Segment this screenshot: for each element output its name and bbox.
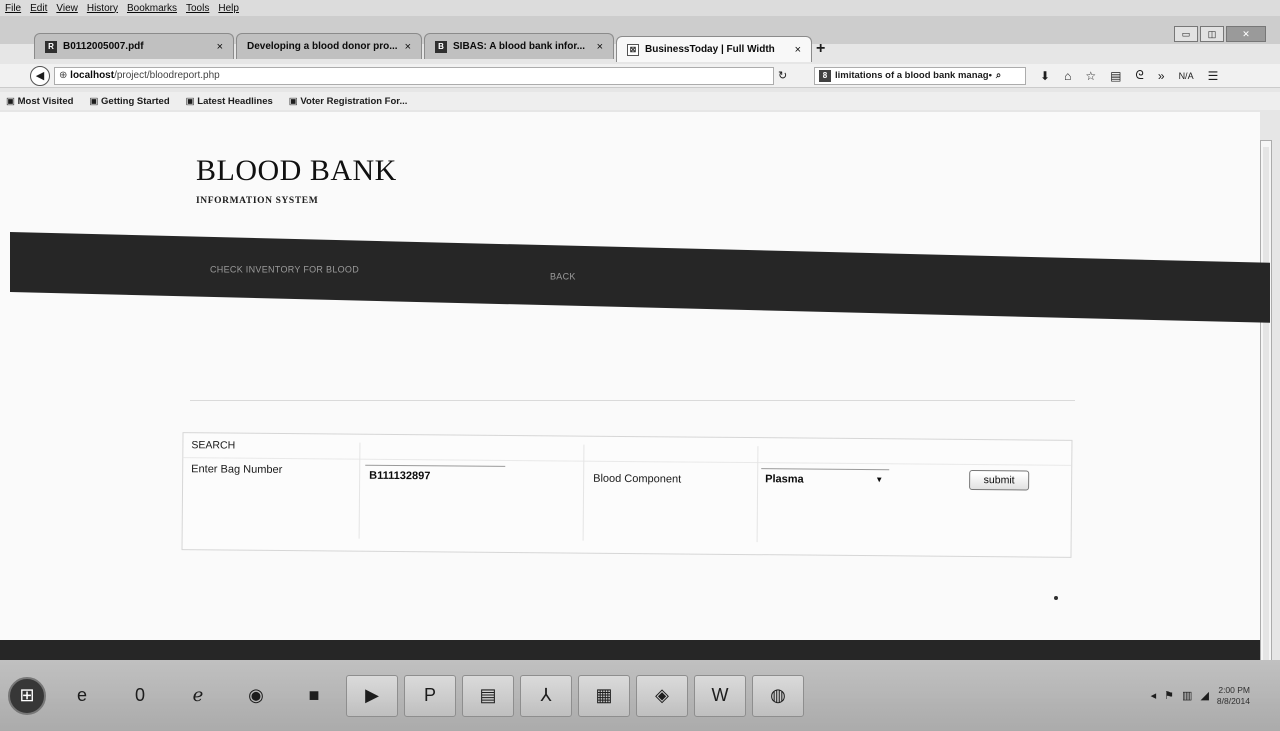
minimize-icon[interactable]: ▭ [1174,26,1198,42]
chrome-icon[interactable]: ◉ [230,675,282,717]
menu-bar: File Edit View History Bookmarks Tools H… [0,0,1280,16]
vertical-scrollbar[interactable] [1260,140,1272,670]
close-tab-icon[interactable]: × [795,44,801,56]
flag-icon[interactable]: ⚑ [1164,689,1174,702]
back-arrow-icon[interactable]: ◀ [30,65,50,86]
tab-business-today[interactable]: ⊠ BusinessToday | Full Width × [616,36,812,62]
menu-file[interactable]: File [5,3,21,14]
menu-tools[interactable]: Tools [186,3,209,14]
menu-edit[interactable]: Edit [30,3,47,14]
search-form: SEARCH Enter Bag Number Blood Component … [181,432,1073,558]
app-icon[interactable]: ◈ [636,674,688,717]
page-tab-icon: ⊠ [627,43,639,56]
cell-divider [756,446,759,543]
close-tab-icon[interactable]: × [217,41,223,53]
close-window-icon[interactable]: ✕ [1226,26,1266,42]
nav-back[interactable]: BACK [550,272,576,282]
stray-dot [1054,596,1058,600]
globe-icon: ⊕ [59,70,71,81]
page-viewport [0,112,1260,640]
tab-pdf[interactable]: R B0112005007.pdf × [34,33,234,59]
bag-number-input[interactable] [365,464,506,486]
address-bar[interactable]: ⊕ localhost /project/bloodreport.php [54,66,774,85]
word-icon[interactable]: W [694,674,746,717]
ie-old-icon[interactable]: ℯ [172,675,224,717]
windows-taskbar: ⊞ e 0 ℯ ◉ ■ ▶ P ▤ ⅄ ▦ ◈ W ◍ ◂ ⚑ ▥ ◢ 2:00 PM 8/8/2014 [0,660,1280,731]
search-heading: SEARCH [191,439,236,452]
submit-button[interactable]: submit [969,469,1030,491]
firefox-icon[interactable]: ◍ [752,674,804,717]
na-label[interactable]: N/A [1179,71,1194,81]
tab-blood-donor[interactable]: Developing a blood donor pro... × [236,33,422,59]
addon-icon[interactable]: ᘓ [1135,68,1143,83]
search-box[interactable]: 8 limitations of a blood bank manag• ⌕ [814,66,1026,85]
bookmark-voter-registration[interactable]: Voter Registration For... [289,96,407,107]
bookmark-latest-headlines[interactable]: Latest Headlines [186,96,273,107]
hamburger-menu-icon[interactable]: ☰ [1208,69,1219,83]
clock[interactable]: 2:00 PM 8/8/2014 [1217,685,1250,707]
page-footer [0,640,1260,660]
menu-view[interactable]: View [56,3,78,14]
tab-title: BusinessToday | Full Width [645,44,775,55]
menu-help[interactable]: Help [218,3,239,14]
bag-number-label: Enter Bag Number [191,463,283,476]
tab-title: SIBAS: A blood bank infor... [453,41,586,52]
cell-divider [582,444,585,541]
bookmark-getting-started[interactable]: Getting Started [89,96,170,107]
row-divider [183,457,1072,466]
pdf-tab-icon: R [45,40,57,53]
nav-check-inventory[interactable]: CHECK INVENTORY FOR BLOOD [210,265,359,275]
media-icon[interactable]: ▶ [346,674,398,717]
chevron-down-icon: ▼ [875,475,884,485]
volume-icon[interactable]: ◢ [1200,689,1208,702]
bookmark-star-icon[interactable]: ☆ [1085,69,1096,83]
ie-icon[interactable]: e [56,675,108,717]
folder-icon[interactable]: ■ [288,675,340,717]
cell-divider [358,442,361,539]
search-engine-icon[interactable]: 8 [819,69,831,82]
menu-bookmarks[interactable]: Bookmarks [127,3,177,14]
navigation-bar: ◀ ⊕ localhost /project/bloodreport.php ↻… [0,64,1280,88]
new-tab-button[interactable]: + [816,40,825,58]
blood-component-select[interactable]: Plasma ▼ [761,468,890,490]
url-host: localhost [70,70,115,81]
system-tray: ◂ ⚑ ▥ ◢ 2:00 PM 8/8/2014 [1151,660,1250,731]
sibas-tab-icon: B [435,40,447,53]
home-icon[interactable]: ⌂ [1064,69,1071,83]
close-tab-icon[interactable]: × [405,41,411,53]
bookmarks-bar: Most Visited Getting Started Latest Head… [0,92,1280,110]
scanner-icon[interactable]: ▤ [462,674,514,717]
selected-component: Plasma [765,472,804,486]
blood-component-label: Blood Component [593,472,682,486]
reading-list-icon[interactable]: ▤ [1110,69,1121,83]
opera-icon[interactable]: 0 [114,675,166,717]
search-query: limitations of a blood bank manag• [835,70,992,81]
tab-title: B0112005007.pdf [63,41,144,52]
publisher-icon[interactable]: P [404,674,456,717]
toolbar-icons: ⬇ ⌂ ☆ ▤ ᘓ » N/A ☰ [1040,68,1218,83]
clock-date: 8/8/2014 [1216,695,1250,706]
search-icon[interactable]: ⌕ [996,70,1001,81]
site-subtitle: INFORMATION SYSTEM [196,196,319,206]
reload-icon[interactable]: ↻ [778,69,794,82]
clock-time: 2:00 PM [1218,684,1250,695]
url-path: /project/bloodreport.php [114,70,220,81]
overflow-icon[interactable]: » [1158,69,1165,83]
window-controls: ▭ ◫ ✕ [1174,26,1266,42]
divider [190,400,1075,401]
network-icon[interactable]: ▥ [1182,689,1192,702]
taskbar-apps: e 0 ℯ ◉ ■ ▶ P ▤ ⅄ ▦ ◈ W ◍ [56,674,804,717]
tab-sibas[interactable]: B SIBAS: A blood bank infor... × [424,33,614,59]
bookmark-most-visited[interactable]: Most Visited [6,96,74,107]
project-icon[interactable]: ▦ [578,674,630,717]
maximize-icon[interactable]: ◫ [1200,26,1224,42]
start-button[interactable]: ⊞ [8,676,46,715]
site-title: BLOOD BANK [196,154,397,187]
download-icon[interactable]: ⬇ [1040,69,1050,83]
acrobat-icon[interactable]: ⅄ [520,674,572,717]
menu-history[interactable]: History [87,3,118,14]
tab-title: Developing a blood donor pro... [247,41,398,52]
close-tab-icon[interactable]: × [597,41,603,53]
tray-expand-icon[interactable]: ◂ [1151,689,1157,702]
